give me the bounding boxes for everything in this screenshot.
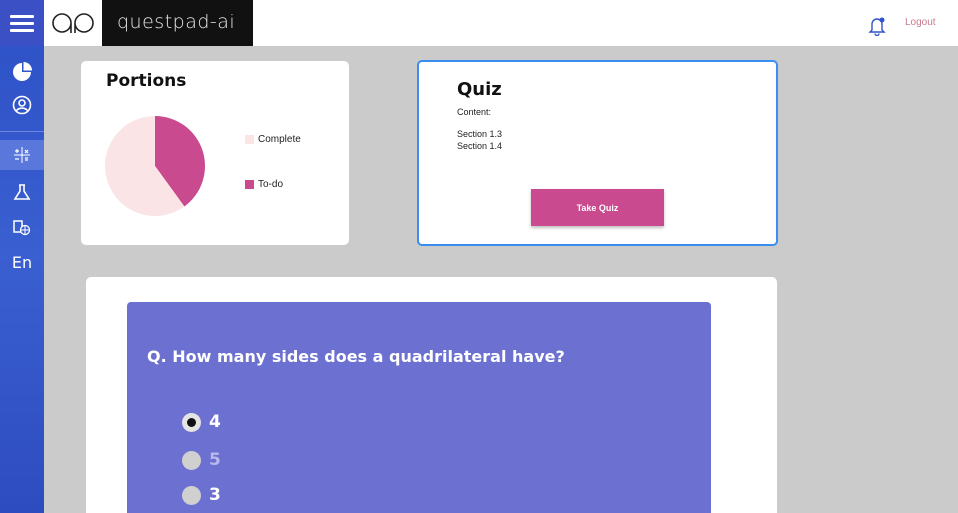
bell-icon[interactable] (866, 14, 888, 36)
sidebar-item-science[interactable] (0, 177, 44, 207)
pie-chart (104, 116, 205, 216)
logo (44, 0, 102, 46)
radio-button[interactable] (182, 412, 201, 432)
sidebar-item-social[interactable] (0, 212, 44, 242)
radio-button[interactable] (182, 450, 201, 470)
legend-label: Complete (258, 134, 301, 145)
option-label: 3 (209, 485, 221, 505)
sidebar-item-math[interactable] (0, 140, 44, 170)
flask-icon (13, 184, 31, 200)
qp-logo-icon (52, 13, 94, 33)
sidebar-item-label: En (11, 252, 33, 272)
sidebar-item-english[interactable]: En (0, 247, 44, 277)
quiz-card: Quiz Content: Section 1.3 Section 1.4 Ta… (417, 60, 778, 246)
portions-title: Portions (106, 71, 187, 91)
option-5[interactable]: 5 (182, 450, 221, 470)
calculator-icon (14, 147, 30, 163)
globe-book-icon (13, 220, 31, 236)
legend-swatch (245, 135, 254, 144)
quiz-section: Section 1.4 (457, 141, 503, 151)
menu-icon[interactable] (0, 0, 44, 46)
option-label: 5 (209, 450, 221, 470)
legend-swatch (245, 180, 254, 189)
legend-complete: Complete (245, 134, 301, 145)
question-panel: Q. How many sides does a quadrilateral h… (127, 302, 711, 513)
quiz-content-label: Content: (457, 107, 492, 117)
legend-todo: To-do (245, 179, 283, 190)
logout-link[interactable]: Logout (905, 17, 936, 28)
legend-label: To-do (258, 179, 284, 190)
quiz-title: Quiz (457, 79, 502, 100)
option-4[interactable]: 4 (182, 412, 221, 432)
question-card: Q. How many sides does a quadrilateral h… (86, 277, 777, 513)
radio-button[interactable] (182, 485, 201, 505)
user-circle-icon (12, 95, 32, 115)
portions-card: Portions Complete To-do (81, 61, 349, 245)
option-label: 4 (209, 412, 221, 432)
sidebar-item-portions[interactable] (0, 57, 44, 87)
option-3[interactable]: 3 (182, 485, 221, 505)
top-bar: questpad-ai Logout (0, 0, 958, 46)
take-quiz-button[interactable]: Take Quiz (531, 189, 664, 226)
sidebar-divider (0, 131, 44, 132)
quiz-section: Section 1.3 (457, 129, 503, 139)
sidebar: En (0, 46, 44, 513)
pie-chart-icon (13, 62, 32, 81)
sidebar-item-profile[interactable] (0, 90, 44, 120)
question-text: Q. How many sides does a quadrilateral h… (147, 347, 565, 366)
brand-name: questpad-ai (102, 0, 253, 46)
